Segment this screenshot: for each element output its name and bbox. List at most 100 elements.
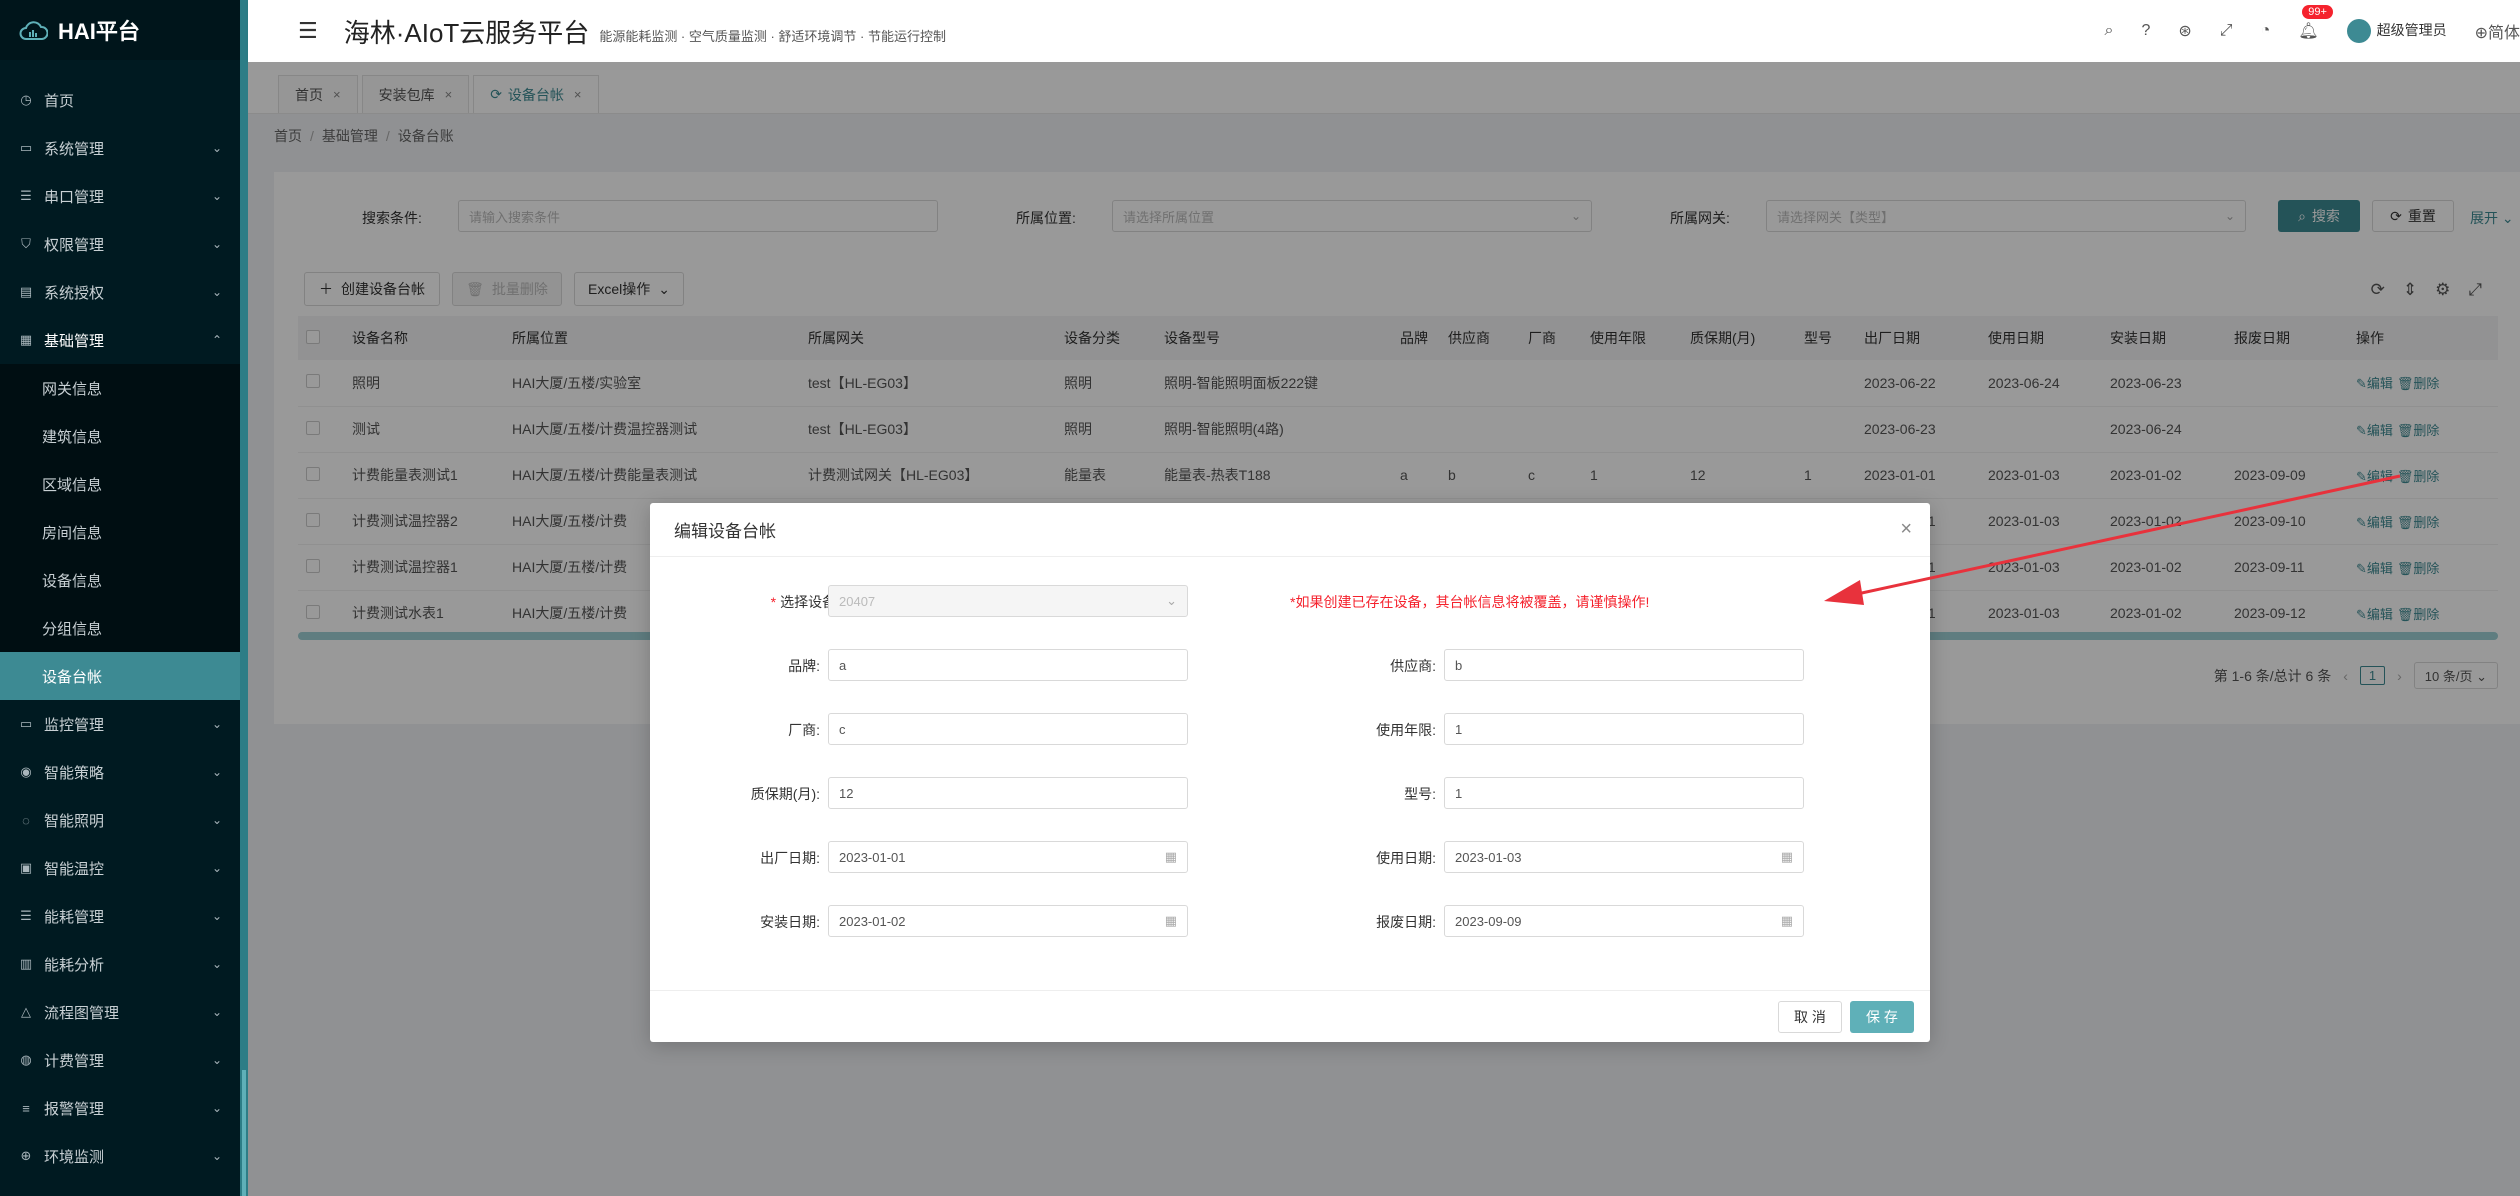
warranty-input[interactable]: 12 (828, 777, 1188, 809)
sidebar-subitem-room[interactable]: 房间信息 (0, 508, 240, 556)
warranty-value: 12 (839, 785, 854, 801)
sidebar-item-label: 报警管理 (44, 1100, 105, 1118)
flow-icon: △ (21, 1004, 31, 1019)
cancel-label: 取 消 (1794, 1009, 1826, 1025)
vendor-label: 厂商: (788, 722, 820, 738)
bulb-icon: ◌ (22, 812, 30, 828)
alarm-icon: ≡ (22, 1100, 30, 1116)
use-date-value: 2023-01-03 (1455, 849, 1522, 865)
factory-date-picker[interactable]: 2023-01-01 ▦ (828, 841, 1188, 873)
bell-icon[interactable]: 🔔︎ 99+ (2298, 5, 2333, 41)
use-date-label: 使用日期: (1376, 850, 1436, 866)
monitor-icon: ▭ (19, 140, 33, 155)
sliders-icon: ☰ (20, 188, 32, 203)
sidebar-scrollbar[interactable] (240, 0, 248, 1196)
sidebar-subitem-group[interactable]: 分组信息 (0, 604, 240, 652)
search-icon[interactable]: ⌕ (2105, 22, 2114, 40)
scrap-date-value: 2023-09-09 (1455, 913, 1522, 929)
monitor-icon: ▭ (19, 716, 33, 731)
supplier-value: b (1455, 657, 1463, 673)
sidebar-item-label: 系统授权 (44, 284, 105, 302)
use-date-picker[interactable]: 2023-01-03 ▦ (1444, 841, 1804, 873)
chevron-down-icon: ⌄ (211, 1149, 222, 1163)
sidebar-subitem-building[interactable]: 建筑信息 (0, 412, 240, 460)
model-value: 1 (1455, 785, 1463, 801)
sidebar-item-license[interactable]: ▤ 系统授权 ⌄ (0, 268, 240, 316)
env-icon: ⊕ (20, 1148, 32, 1163)
bulb-icon: ◉ (20, 764, 32, 779)
user-name: 超级管理员 (2376, 22, 2447, 39)
calendar-icon: ▦ (1164, 849, 1177, 864)
required-mark: * (770, 594, 777, 610)
app-title: 海林·AIoT云服务平台 (343, 17, 590, 48)
supplier-input[interactable]: b (1444, 649, 1804, 681)
sidebar-item-label: 计费管理 (44, 1052, 105, 1070)
sidebar-item-billing[interactable]: ◍ 计费管理 ⌄ (0, 1036, 240, 1084)
device-select[interactable]: 20407 ⌄ (828, 585, 1188, 617)
sidebar-item-env[interactable]: ⊕ 环境监测 ⌄ (0, 1132, 240, 1180)
brand-value: a (839, 657, 847, 673)
vendor-value: c (839, 721, 846, 737)
scrap-date-label: 报废日期: (1376, 914, 1436, 930)
sidebar-item-label: 建筑信息 (42, 428, 103, 446)
layout-icon[interactable]: ◔ (2261, 22, 2271, 40)
sidebar-subitem-area[interactable]: 区域信息 (0, 460, 240, 508)
chevron-down-icon: ⌄ (211, 765, 222, 779)
sidebar-item-lighting[interactable]: ◌ 智能照明 ⌄ (0, 796, 240, 844)
device-value: 20407 (839, 593, 876, 609)
user-menu[interactable]: 超级管理员 (2346, 19, 2447, 43)
sidebar-item-home[interactable]: ◷ 首页 (0, 76, 240, 124)
sidebar-subitem-device[interactable]: 设备信息 (0, 556, 240, 604)
help-icon[interactable]: ? (2141, 22, 2150, 40)
sidebar-item-energy[interactable]: ☰ 能耗管理 ⌄ (0, 892, 240, 940)
model-label: 型号: (1404, 786, 1436, 802)
chevron-down-icon: ⌄ (211, 957, 222, 971)
menu-fold-icon[interactable]: ☰ (298, 18, 318, 44)
sidebar-item-serial[interactable]: ☰ 串口管理 ⌄ (0, 172, 240, 220)
sidebar-item-label: 串口管理 (44, 188, 105, 206)
calendar-icon: ▦ (1780, 849, 1793, 864)
sidebar-item-strategy[interactable]: ◉ 智能策略 ⌄ (0, 748, 240, 796)
sidebar-item-label: 设备信息 (42, 572, 103, 590)
model-input[interactable]: 1 (1444, 777, 1804, 809)
sidebar-item-flow[interactable]: △ 流程图管理 ⌄ (0, 988, 240, 1036)
device-label: * 选择设备: (720, 592, 840, 612)
sidebar-subitem-ledger[interactable]: 设备台帐 (0, 652, 240, 700)
scrap-date-picker[interactable]: 2023-09-09 ▦ (1444, 905, 1804, 937)
sidebar-item-label: 设备台帐 (42, 668, 103, 686)
sliders-icon: ☰ (20, 908, 32, 923)
cancel-button[interactable]: 取 消 (1778, 1001, 1842, 1033)
sidebar-item-basic[interactable]: ▦ 基础管理 ⌃ (0, 316, 240, 364)
chevron-down-icon: ⌄ (1166, 593, 1177, 608)
warranty-label: 质保期(月): (750, 786, 820, 802)
chevron-down-icon: ⌄ (211, 285, 222, 299)
chevron-down-icon: ⌄ (211, 1005, 222, 1019)
sidebar-item-label: 首页 (44, 92, 75, 110)
thermo-icon: ▣ (19, 860, 33, 875)
close-icon[interactable]: × (1900, 518, 1912, 541)
install-date-picker[interactable]: 2023-01-02 ▦ (828, 905, 1188, 937)
sidebar-item-analysis[interactable]: ▥ 能耗分析 ⌄ (0, 940, 240, 988)
sidebar-item-temp[interactable]: ▣ 智能温控 ⌄ (0, 844, 240, 892)
years-input[interactable]: 1 (1444, 713, 1804, 745)
sidebar-item-system[interactable]: ▭ 系统管理 ⌄ (0, 124, 240, 172)
sidebar-item-label: 权限管理 (44, 236, 105, 254)
sidebar-item-alarm[interactable]: ≡ 报警管理 ⌄ (0, 1084, 240, 1132)
save-button[interactable]: 保 存 (1850, 1001, 1914, 1033)
shield-icon: ⛉ (21, 236, 31, 251)
install-date-label: 安装日期: (760, 914, 820, 930)
submenu-basic: 网关信息 建筑信息 区域信息 房间信息 设备信息 分组信息 设备台帐 (0, 364, 240, 700)
sidebar-subitem-gateway[interactable]: 网关信息 (0, 364, 240, 412)
sidebar-item-label: 网关信息 (42, 380, 103, 398)
logo[interactable]: HAI平台 (0, 0, 240, 60)
brand-input[interactable]: a (828, 649, 1188, 681)
file-icon: ▤ (19, 284, 33, 299)
fullscreen-icon[interactable]: ⤢ (2220, 22, 2233, 40)
sidebar-item-label: 监控管理 (44, 716, 105, 734)
github-icon[interactable]: ⊛ (2178, 21, 2191, 41)
sidebar-item-monitor[interactable]: ▭ 监控管理 ⌄ (0, 700, 240, 748)
language-switch[interactable]: ⊕简体 (2475, 19, 2520, 43)
sidebar-item-label: 智能温控 (44, 860, 105, 878)
sidebar-item-permission[interactable]: ⛉ 权限管理 ⌄ (0, 220, 240, 268)
vendor-input[interactable]: c (828, 713, 1188, 745)
